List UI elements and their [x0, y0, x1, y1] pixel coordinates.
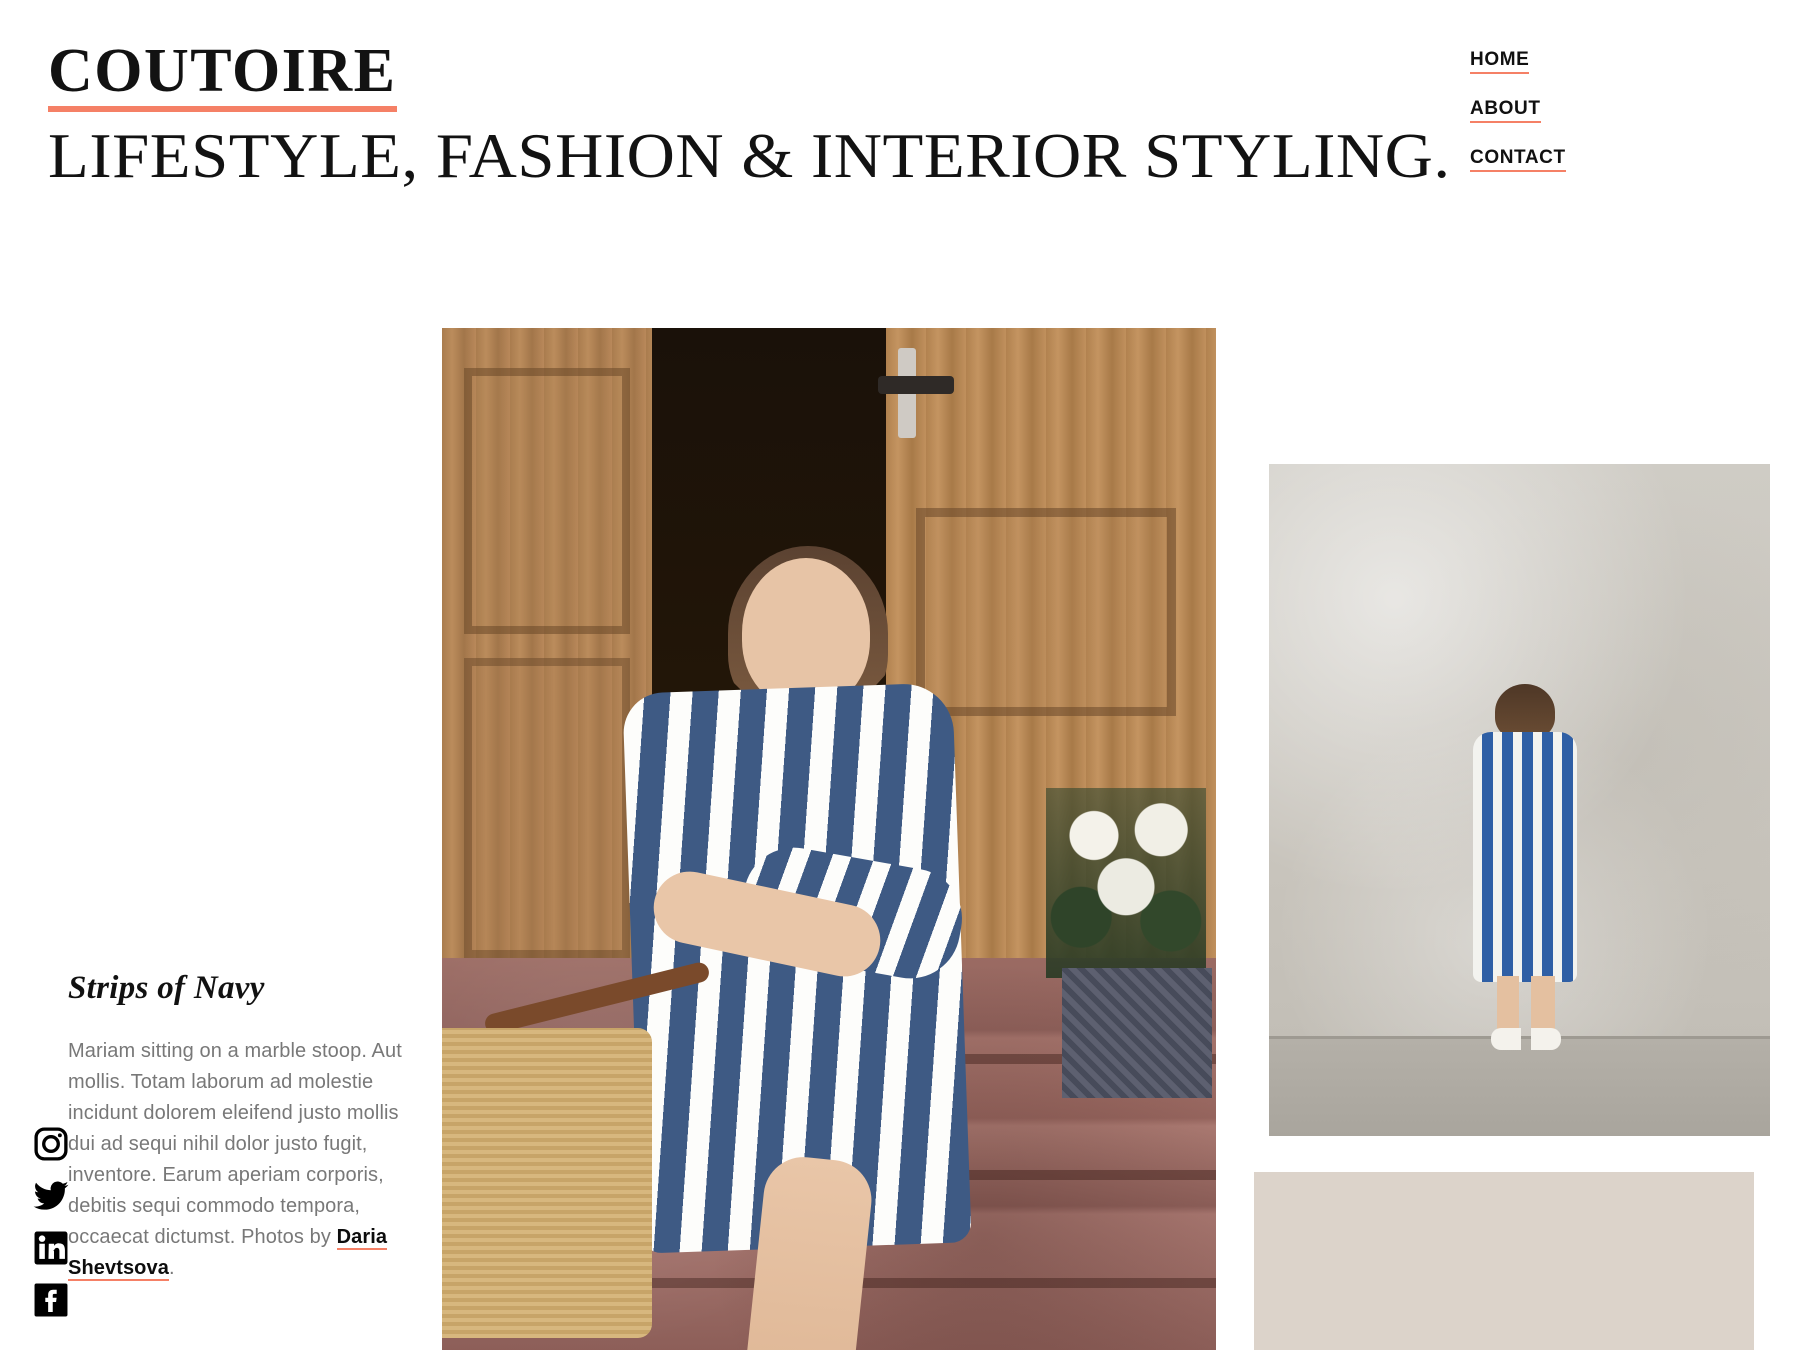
main-navigation: HOME ABOUT CONTACT [1470, 50, 1800, 172]
page-title: COUTOIRE [48, 38, 397, 112]
side-photo[interactable] [1269, 464, 1770, 1136]
image-placeholder-block[interactable] [1254, 1172, 1754, 1350]
side-shoes [1491, 1028, 1561, 1050]
side-woman-figure [1465, 684, 1585, 1064]
hero-photo[interactable] [442, 328, 1216, 1350]
article-body: Mariam sitting on a marble stoop. Aut mo… [68, 1036, 408, 1284]
hero-straw-basket [442, 1028, 652, 1338]
side-legs [1497, 976, 1555, 1034]
side-striped-dress [1473, 732, 1577, 982]
social-links-rail [32, 1125, 76, 1333]
instagram-icon [32, 1125, 70, 1163]
twitter-icon [32, 1177, 70, 1215]
article-body-text: Mariam sitting on a marble stoop. Aut mo… [68, 1040, 402, 1248]
nav-item-about[interactable]: ABOUT [1470, 99, 1541, 123]
site-header: COUTOIRE LIFESTYLE, FASHION & INTERIOR S… [0, 0, 1800, 220]
brand-block: COUTOIRE LIFESTYLE, FASHION & INTERIOR S… [48, 38, 1498, 192]
instagram-link[interactable] [32, 1125, 70, 1163]
linkedin-icon [32, 1229, 70, 1267]
facebook-link[interactable] [32, 1281, 70, 1319]
hero-door-handle [878, 376, 954, 394]
linkedin-link[interactable] [32, 1229, 70, 1267]
article-body-tail: . [168, 1257, 175, 1279]
twitter-link[interactable] [32, 1177, 70, 1215]
brand-tagline: LIFESTYLE, FASHION & INTERIOR STYLING. [48, 121, 1451, 191]
hero-flower-plant [1046, 788, 1206, 978]
article-title: Strips of Navy [68, 970, 265, 1006]
hero-flower-pot [1062, 968, 1212, 1098]
hero-woman-figure [592, 546, 1022, 1350]
nav-item-home[interactable]: HOME [1470, 50, 1530, 74]
page-root: COUTOIRE LIFESTYLE, FASHION & INTERIOR S… [0, 0, 1800, 1350]
article-block: Strips of Navy Mariam sitting on a marbl… [68, 968, 408, 1284]
nav-item-contact[interactable]: CONTACT [1470, 148, 1566, 172]
facebook-icon [32, 1281, 70, 1319]
